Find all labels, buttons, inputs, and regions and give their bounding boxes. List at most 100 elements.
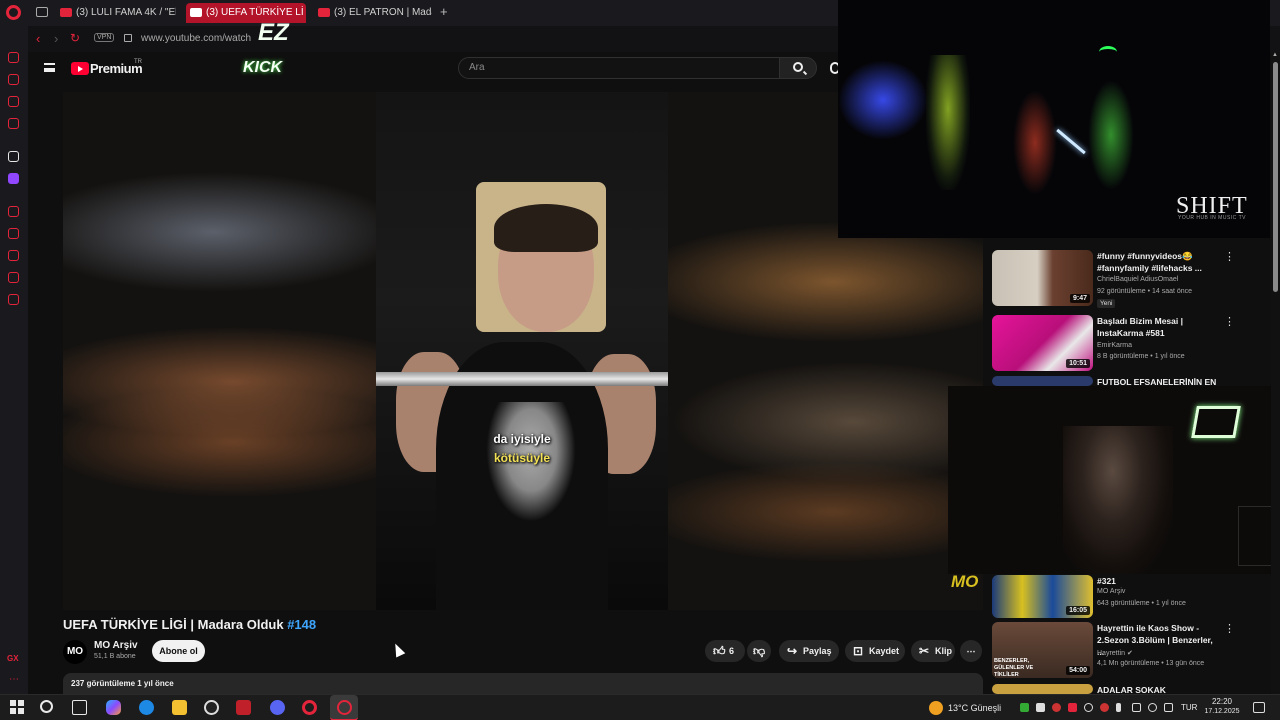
dislike-button[interactable]: 👎︎	[747, 640, 771, 662]
recommendation-channel[interactable]: EmirKarma	[1097, 342, 1132, 349]
more-actions-button[interactable]: ⋯	[960, 640, 982, 662]
kebab-menu-icon[interactable]: ⋮	[1224, 315, 1235, 328]
save-button[interactable]: ⊡ Kaydet	[845, 640, 905, 662]
subscribe-button[interactable]: Abone ol	[152, 640, 205, 662]
history-icon[interactable]	[8, 250, 19, 261]
menu-icon[interactable]	[44, 63, 55, 72]
recommendation-item[interactable]: BENZERLER, GÜLENLER VE TİKLİLER 54:00 Hay…	[992, 622, 1272, 680]
settings-icon[interactable]	[8, 294, 19, 305]
clip-button[interactable]: ✂ Klip	[911, 640, 955, 662]
edge-icon[interactable]	[139, 700, 154, 715]
twitch-icon[interactable]	[8, 173, 19, 184]
recommendation-title[interactable]: #funny #funnyvideos😂 #fannyfamily #lifeh…	[1097, 250, 1217, 274]
scrollbar-thumb[interactable]	[1273, 62, 1278, 292]
nvidia-icon[interactable]	[1020, 703, 1029, 712]
video-thumbnail[interactable]: 16:05	[992, 575, 1093, 618]
refresh-icon[interactable]	[8, 52, 19, 63]
extensions-icon[interactable]	[8, 272, 19, 283]
scroll-up-icon[interactable]: ▲	[1272, 52, 1278, 58]
opera-icon[interactable]	[302, 700, 317, 715]
vpn-badge[interactable]: VPN	[94, 33, 115, 42]
tray-app-icon[interactable]	[1036, 703, 1045, 712]
voicemod-icon[interactable]	[236, 700, 251, 715]
tray-app-icon[interactable]	[1084, 703, 1093, 712]
messenger-icon[interactable]	[8, 96, 19, 107]
copilot-icon[interactable]	[106, 700, 121, 715]
video-thumbnail[interactable]: 10:51	[992, 315, 1093, 371]
channel-name[interactable]: MO Arşiv	[94, 640, 138, 651]
video-thumbnail[interactable]	[992, 376, 1093, 386]
clock-date[interactable]: 17.12.2025	[1202, 708, 1242, 715]
opera-gx-icon	[337, 700, 352, 715]
network-icon[interactable]	[1132, 703, 1141, 712]
weather-sun-icon[interactable]	[929, 701, 943, 715]
url-field[interactable]: www.youtube.com/watch	[141, 33, 251, 44]
tray-app-icon[interactable]	[1052, 703, 1061, 712]
kebab-menu-icon[interactable]: ⋮	[1224, 622, 1235, 635]
recommendation-item[interactable]: 16:05 #321 MO Arşiv 643 görüntüleme • 1 …	[992, 573, 1272, 618]
microphone-icon[interactable]	[1116, 703, 1121, 712]
recommendation-title[interactable]: #321	[1097, 575, 1217, 587]
recommendation-item[interactable]: 10:51 Başladı Bizim Mesai | InstaKarma #…	[992, 315, 1272, 373]
share-button[interactable]: ↪ Paylaş	[779, 640, 839, 662]
tab-switcher-icon[interactable]	[36, 7, 48, 17]
opera-gx-taskbar-item[interactable]	[330, 695, 358, 720]
recommendation-title[interactable]: Başladı Bizim Mesai | InstaKarma #581	[1097, 315, 1217, 339]
tray-app-icon[interactable]	[1068, 703, 1077, 712]
shopping-bag-icon[interactable]	[8, 74, 19, 85]
reload-icon[interactable]: ↻	[70, 31, 80, 45]
video-thumbnail[interactable]: BENZERLER, GÜLENLER VE TİKLİLER 54:00	[992, 622, 1093, 678]
webcam-overlay[interactable]	[948, 386, 1280, 574]
video-thumbnail[interactable]	[992, 684, 1093, 694]
lock-icon[interactable]	[124, 34, 132, 42]
windows-start-icon[interactable]	[10, 700, 25, 715]
gx-icon[interactable]: GX	[7, 654, 19, 663]
forward-icon[interactable]: ›	[54, 31, 58, 46]
recommendation-channel[interactable]: ChrielBaquiel AdiusOmael	[1097, 276, 1178, 283]
region-code: TR	[134, 59, 142, 65]
tab-el-patron[interactable]: (3) EL PATRON | Madara	[314, 3, 432, 23]
language-indicator[interactable]: TUR	[1181, 703, 1197, 712]
bookmark-icon[interactable]	[8, 228, 19, 239]
weather-text[interactable]: 13°C Güneşli	[948, 703, 1001, 713]
tab-luli-fama[interactable]: (3) LULI FAMA 4K / "Electi	[56, 3, 176, 23]
discord-icon[interactable]	[270, 700, 285, 715]
more-icon[interactable]: ⋯	[9, 674, 19, 685]
search-input[interactable]: Ara	[458, 57, 780, 79]
player-icon[interactable]	[8, 118, 19, 129]
notification-icon[interactable]	[1253, 702, 1265, 713]
video-thumbnail[interactable]: 9:47	[992, 250, 1093, 306]
task-view-icon[interactable]	[72, 700, 87, 715]
duration-badge: 16:05	[1066, 606, 1090, 615]
add-icon[interactable]	[8, 206, 19, 217]
battery-icon[interactable]	[1164, 703, 1173, 712]
description-box[interactable]: 237 görüntüleme 1 yıl önce	[63, 673, 983, 694]
search-icon[interactable]	[40, 700, 53, 713]
youtube-logo-icon[interactable]	[71, 62, 89, 75]
recommendation-channel[interactable]: MO Arşiv	[1097, 588, 1125, 595]
volume-icon[interactable]	[1148, 703, 1157, 712]
mo-watermark: MO	[951, 572, 979, 591]
opera-logo-icon[interactable]	[6, 5, 21, 20]
recommendation-item[interactable]: 9:47 #funny #funnyvideos😂 #fannyfamily #…	[992, 250, 1272, 308]
recommendation-item[interactable]: ADALAR SOKAK LEZZETLERİ	[992, 684, 1272, 694]
file-explorer-icon[interactable]	[172, 700, 187, 715]
back-icon[interactable]: ‹	[36, 31, 40, 46]
recommendation-title[interactable]: ADALAR SOKAK LEZZETLERİ	[1097, 684, 1217, 694]
hashtag-link[interactable]: #148	[287, 617, 316, 632]
channel-avatar[interactable]: MO	[63, 640, 87, 664]
recommendation-meta: 92 görüntüleme • 14 saat önce	[1097, 288, 1193, 295]
recommendation-item[interactable]: FUTBOL EFSANELERİNİN EN	[992, 376, 1272, 387]
kebab-menu-icon[interactable]: ⋮	[1224, 250, 1235, 263]
dancer-figure	[1013, 90, 1057, 195]
tray-app-icon[interactable]	[1100, 703, 1109, 712]
clock-time[interactable]: 22:20	[1205, 697, 1239, 706]
obs-icon[interactable]	[204, 700, 219, 715]
like-button[interactable]: 👍︎ 6	[705, 640, 745, 662]
page-scrollbar[interactable]: ▲	[1271, 52, 1280, 694]
aria-icon[interactable]	[8, 151, 19, 162]
glow-ring	[1099, 46, 1117, 58]
search-button[interactable]	[779, 57, 817, 79]
recommendation-channel[interactable]: Hayrettin ✔	[1097, 649, 1133, 657]
new-tab-button[interactable]: +	[440, 4, 448, 19]
